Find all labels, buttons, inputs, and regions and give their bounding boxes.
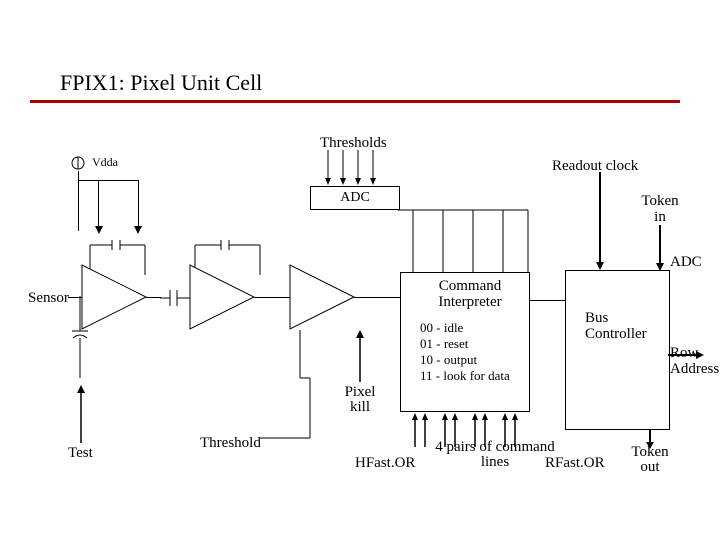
- wire: [146, 297, 161, 298]
- cmd-pairs-label: 4 pairs of command lines: [430, 440, 560, 470]
- wire: [138, 180, 139, 230]
- sensor-label: Sensor: [28, 290, 69, 307]
- bus-controller-block: [565, 270, 670, 430]
- threshold-arrow: [260, 370, 320, 440]
- threshold-arrows: [318, 150, 398, 190]
- mode-01: 01 - reset: [420, 336, 468, 352]
- command-interpreter-label: Command Interpreter: [420, 278, 520, 310]
- readout-clock-arrow: [595, 172, 605, 272]
- adc-out-label: ADC: [670, 254, 702, 271]
- amp-icon: [82, 265, 152, 329]
- token-out-arrow: [645, 430, 655, 450]
- token-in-arrow: [655, 225, 665, 273]
- cap-icon: [160, 290, 190, 306]
- wire: [254, 297, 290, 298]
- amp-icon: [290, 265, 360, 329]
- vdda-label: Vdda: [92, 155, 118, 170]
- page-title: FPIX1: Pixel Unit Cell: [60, 70, 262, 96]
- ci-to-bus-line: [530, 300, 565, 301]
- pixel-kill-label: Pixel kill: [340, 385, 380, 415]
- rfastor-label: RFast.OR: [545, 455, 605, 472]
- mode-10: 10 - output: [420, 352, 477, 368]
- hfastor-label: HFast.OR: [355, 455, 415, 472]
- test-label: Test: [68, 445, 93, 462]
- vdda-symbol: [70, 155, 86, 171]
- test-arrow: [76, 385, 86, 445]
- adc-to-ci-lines: [398, 210, 533, 275]
- row-address-arrow: [668, 350, 708, 360]
- wire: [98, 180, 99, 230]
- pixel-kill-arrow: [355, 330, 365, 385]
- mode-00: 00 - idle: [420, 320, 463, 336]
- input-cap-icon: [72, 296, 88, 386]
- token-in-text: Token in: [635, 193, 685, 225]
- arrowhead-icon: [134, 226, 142, 234]
- amp-icon: [190, 265, 260, 329]
- arrowhead-icon: [95, 226, 103, 234]
- wire: [78, 180, 138, 181]
- mode-11: 11 - look for data: [420, 368, 510, 384]
- wire: [354, 297, 400, 298]
- title-rule: [30, 100, 680, 103]
- threshold-label: Threshold: [200, 435, 261, 452]
- token-in-label: Token in: [635, 193, 685, 226]
- bus-controller-label: Bus Controller: [585, 310, 665, 342]
